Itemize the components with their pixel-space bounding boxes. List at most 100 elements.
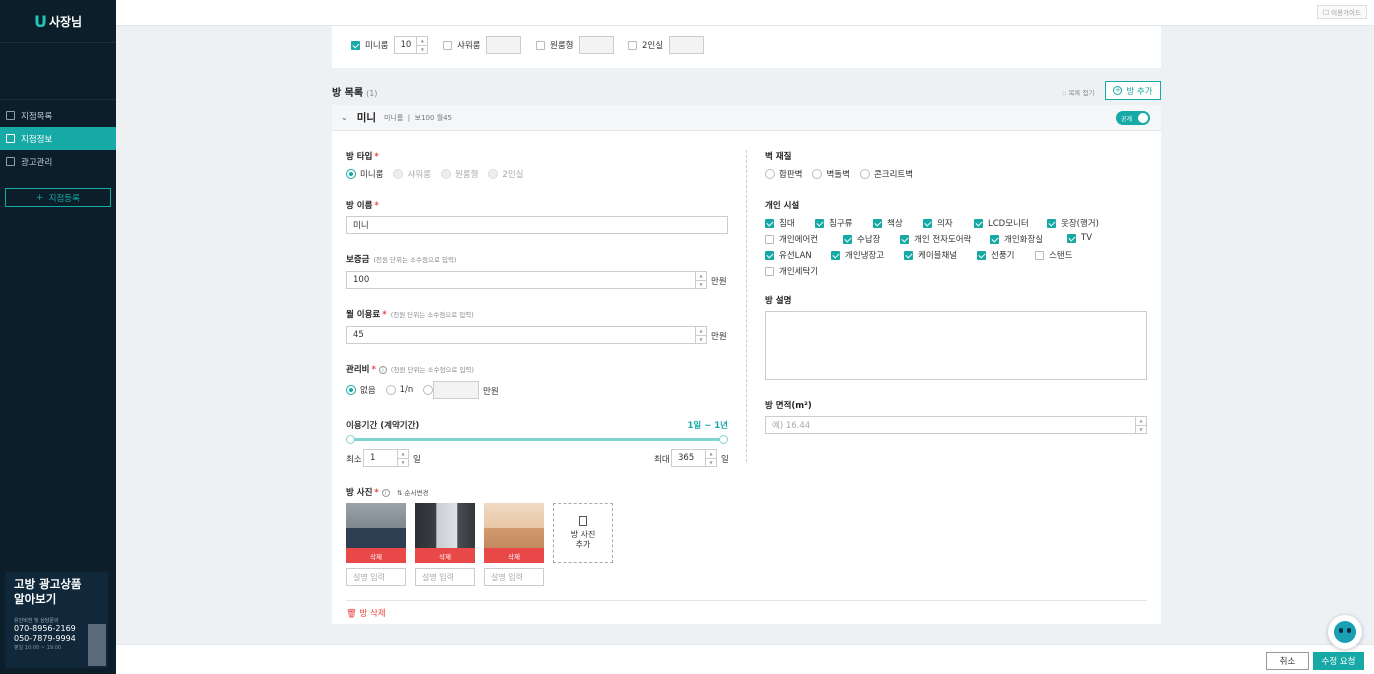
- reorder-button[interactable]: ⇅ 순서변경: [397, 487, 428, 497]
- checkbox[interactable]: [923, 218, 932, 228]
- photo-desc-input-1[interactable]: 설명 입력: [346, 568, 406, 586]
- radio-wall-brick[interactable]: 벽돌벽: [812, 168, 850, 180]
- sidebar-item-ads[interactable]: 광고관리: [0, 150, 116, 173]
- slider-handle-min[interactable]: [346, 435, 355, 444]
- room-photo-1[interactable]: 삭제: [346, 503, 406, 563]
- cancel-button[interactable]: 취소: [1266, 652, 1309, 670]
- facility-label-text: 책상: [887, 219, 903, 229]
- megaphone-icon: [6, 157, 15, 166]
- delete-room-button[interactable]: 🗑 방 삭제: [346, 607, 386, 619]
- checkbox[interactable]: [977, 250, 986, 260]
- checkbox[interactable]: [536, 40, 545, 50]
- checkbox[interactable]: [765, 234, 774, 244]
- increment-icon[interactable]: ▲: [398, 450, 408, 458]
- logo[interactable]: U 사장님: [0, 0, 116, 43]
- facility-item[interactable]: 침구류: [815, 217, 852, 229]
- monthly-input[interactable]: 45 ▲ ▼: [346, 326, 707, 344]
- radio-fee-amount[interactable]: [423, 385, 434, 395]
- collapse-list-button[interactable]: :: 목록 접기: [1062, 87, 1094, 97]
- checkbox[interactable]: [1035, 250, 1044, 260]
- public-toggle[interactable]: 공개: [1116, 111, 1150, 125]
- checkbox[interactable]: [904, 250, 913, 260]
- room-desc-textarea[interactable]: [765, 311, 1147, 380]
- deposit-input[interactable]: 100 ▲ ▼: [346, 271, 707, 289]
- facility-item[interactable]: 개인에어컨: [765, 233, 818, 245]
- facility-item[interactable]: 개인화장실: [990, 233, 1043, 245]
- facility-item[interactable]: 개인세탁기: [765, 265, 818, 277]
- checkbox[interactable]: [765, 266, 774, 276]
- decrement-icon[interactable]: ▼: [696, 334, 706, 344]
- mini-count-stepper[interactable]: 10 ▲ ▼: [394, 36, 429, 54]
- radio-wall-plywood[interactable]: 합판벽: [765, 168, 802, 180]
- area-input[interactable]: 예) 16.44 ▲ ▼: [765, 416, 1147, 434]
- room-name-title: 미니: [356, 112, 377, 124]
- facility-item[interactable]: LCD모니터: [974, 217, 1029, 229]
- facility-item[interactable]: 책상: [873, 217, 903, 229]
- submit-request-button[interactable]: 수정 요청: [1313, 652, 1364, 670]
- checkbox[interactable]: [815, 218, 824, 228]
- checkbox[interactable]: [1067, 233, 1076, 243]
- facility-item[interactable]: 유선LAN: [765, 249, 812, 261]
- room-photo-2[interactable]: 삭제: [415, 503, 475, 563]
- period-slider[interactable]: [346, 435, 728, 444]
- delete-photo-button[interactable]: 삭제: [346, 548, 406, 563]
- ad-banner[interactable]: 고방 광고상품 알아보기 유인비전 및 상담문의 070-8956-2169 0…: [5, 572, 108, 668]
- photo-desc-input-2[interactable]: 설명 입력: [415, 568, 475, 586]
- checkbox[interactable]: [873, 218, 882, 228]
- checkbox[interactable]: [1047, 218, 1056, 228]
- checkbox[interactable]: [974, 218, 983, 228]
- radio-mini[interactable]: 미니룸: [346, 168, 383, 180]
- facility-item[interactable]: 개인 전자도어락: [900, 233, 971, 245]
- room-header[interactable]: ⌄ 미니 미니룸 | 보100 월45 공개: [332, 105, 1161, 131]
- checkbox[interactable]: [765, 218, 774, 228]
- radio-fee-split[interactable]: 1/n: [385, 385, 413, 395]
- chatbot-button[interactable]: [1328, 615, 1362, 649]
- decrement-icon[interactable]: ▼: [706, 457, 716, 467]
- checkbox[interactable]: [831, 250, 840, 260]
- max-period-stepper[interactable]: 365 ▲ ▼: [671, 449, 717, 467]
- increment-icon[interactable]: ▲: [1136, 417, 1146, 425]
- facility-item[interactable]: 수납장: [843, 233, 880, 245]
- radio-fee-none[interactable]: 없음: [346, 384, 376, 396]
- facility-item[interactable]: 케이블채널: [904, 249, 957, 261]
- facility-item[interactable]: 침대: [765, 217, 795, 229]
- facility-item[interactable]: TV: [1067, 233, 1092, 243]
- checkbox[interactable]: [351, 40, 360, 50]
- increment-icon[interactable]: ▲: [706, 450, 716, 458]
- radio-wall-concrete[interactable]: 콘크리트벽: [859, 168, 913, 180]
- sidebar-item-branch-list[interactable]: 지점목록: [0, 104, 116, 127]
- photo-desc-input-3[interactable]: 설명 입력: [484, 568, 544, 586]
- decrement-icon[interactable]: ▼: [417, 44, 428, 54]
- add-room-button[interactable]: + 방 추가: [1105, 81, 1161, 100]
- facility-item[interactable]: 개인냉장고: [831, 249, 884, 261]
- sidebar-item-branch-info[interactable]: 지점정보: [0, 127, 116, 150]
- checkbox[interactable]: [900, 234, 909, 244]
- facility-item[interactable]: 선풍기: [977, 249, 1014, 261]
- min-period-stepper[interactable]: 1 ▲ ▼: [363, 449, 409, 467]
- slider-handle-max[interactable]: [719, 435, 728, 444]
- room-photo-3[interactable]: 삭제: [484, 503, 544, 563]
- increment-icon[interactable]: ▲: [696, 327, 706, 335]
- room-name-input[interactable]: 미니: [346, 216, 728, 234]
- checkbox[interactable]: [990, 234, 999, 244]
- facility-item[interactable]: 의자: [923, 217, 953, 229]
- facility-item[interactable]: 스탠드: [1035, 249, 1072, 261]
- decrement-icon[interactable]: ▼: [1136, 424, 1146, 434]
- increment-icon[interactable]: ▲: [417, 37, 427, 45]
- delete-photo-button[interactable]: 삭제: [415, 548, 475, 563]
- decrement-icon[interactable]: ▼: [696, 279, 706, 289]
- checkbox[interactable]: [843, 234, 852, 244]
- guide-button[interactable]: □ 이용가이드: [1316, 5, 1367, 19]
- facility-label-text: 수납장: [857, 235, 881, 245]
- checkbox[interactable]: [443, 40, 452, 50]
- increment-icon[interactable]: ▲: [696, 272, 706, 280]
- add-photo-button[interactable]: 방 사진 추가: [553, 503, 613, 563]
- chevron-down-icon[interactable]: ⌄: [341, 113, 348, 122]
- shower-count-input: [486, 36, 522, 54]
- facility-item[interactable]: 옷장(행거): [1047, 217, 1099, 229]
- checkbox[interactable]: [765, 250, 774, 260]
- delete-photo-button[interactable]: 삭제: [484, 548, 544, 563]
- decrement-icon[interactable]: ▼: [398, 457, 408, 467]
- register-branch-button[interactable]: + 지점등록: [5, 188, 111, 207]
- checkbox[interactable]: [628, 40, 637, 50]
